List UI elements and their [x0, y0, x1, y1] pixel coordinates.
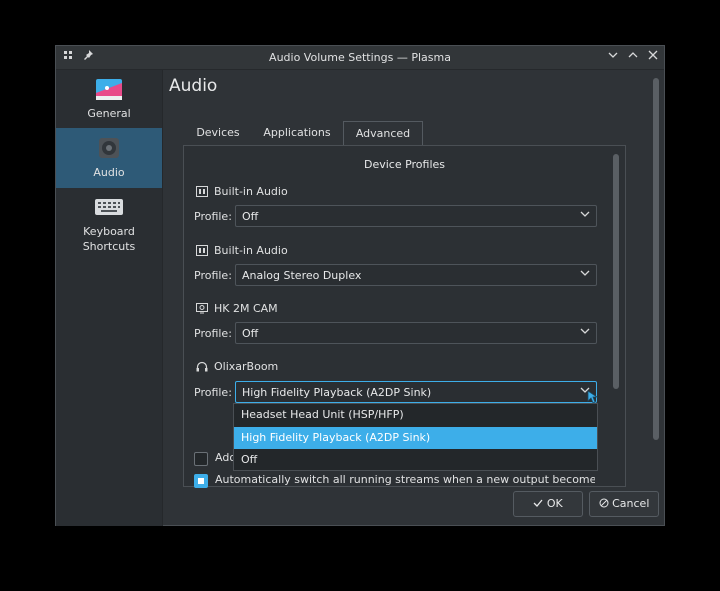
device-name: Built-in Audio — [214, 244, 288, 257]
profile-value: Off — [242, 327, 259, 340]
profile-value: Off — [242, 210, 259, 223]
mouse-cursor-icon — [587, 390, 599, 407]
profile-value: High Fidelity Playback (A2DP Sink) — [242, 386, 432, 399]
ok-button[interactable]: OK — [513, 491, 583, 517]
profile-label: Profile: — [194, 269, 232, 282]
profile-select-builtin-2[interactable]: Analog Stereo Duplex — [235, 264, 597, 286]
device-name: Built-in Audio — [214, 185, 288, 198]
chevron-down-icon — [580, 326, 590, 339]
minimize-button[interactable] — [606, 49, 620, 63]
tab-devices[interactable]: Devices — [183, 121, 253, 145]
dropdown-option[interactable]: Off — [234, 449, 597, 471]
sidebar-item-audio[interactable]: Audio — [56, 128, 162, 188]
cancel-label: Cancel — [612, 497, 650, 510]
profile-dropdown-list: Headset Head Unit (HSP/HFP) High Fidelit… — [233, 403, 598, 471]
inner-scrollbar[interactable] — [613, 154, 619, 389]
cancel-icon — [599, 497, 609, 510]
dropdown-option[interactable]: Headset Head Unit (HSP/HFP) — [234, 404, 597, 426]
check-icon — [533, 497, 543, 510]
keyboard-icon — [95, 198, 123, 216]
device-name: OlixarBoom — [214, 360, 279, 373]
page-title: Audio — [169, 76, 218, 96]
page-scrollbar[interactable] — [653, 78, 659, 440]
device-label: OlixarBoom — [196, 360, 278, 373]
sidebar-item-label: Keyboard Shortcuts — [82, 225, 136, 253]
sidebar-item-keyboard-shortcuts[interactable]: Keyboard Shortcuts — [56, 192, 162, 262]
audio-card-icon — [196, 186, 208, 197]
camera-icon — [196, 303, 208, 314]
device-label: Built-in Audio — [196, 244, 288, 257]
tab-advanced[interactable]: Advanced — [343, 121, 423, 147]
chevron-down-icon — [580, 209, 590, 222]
profile-select-builtin-1[interactable]: Off — [235, 205, 597, 227]
add-checkbox[interactable] — [194, 452, 208, 466]
dropdown-option-selected[interactable]: High Fidelity Playback (A2DP Sink) — [234, 427, 597, 449]
profile-select-olixarboom[interactable]: High Fidelity Playback (A2DP Sink) — [235, 381, 597, 403]
profile-label: Profile: — [194, 210, 232, 223]
title-bar[interactable]: Audio Volume Settings — Plasma — [56, 46, 664, 70]
section-title: Device Profiles — [363, 158, 446, 171]
ok-label: OK — [546, 497, 563, 510]
general-settings-icon — [95, 78, 123, 102]
sidebar-item-label: General — [87, 107, 131, 120]
profile-select-camera[interactable]: Off — [235, 322, 597, 344]
auto-switch-label: Automatically switch all running streams… — [215, 473, 595, 486]
audio-card-icon — [196, 245, 208, 256]
close-button[interactable] — [646, 49, 660, 63]
sidebar: General Audio Keyboard Shortcuts — [56, 70, 163, 526]
profile-label: Profile: — [194, 386, 232, 399]
window-title: Audio Volume Settings — Plasma — [269, 51, 451, 64]
speaker-icon — [97, 136, 121, 160]
sidebar-item-general[interactable]: General — [56, 70, 162, 128]
profile-label: Profile: — [194, 327, 232, 340]
tab-applications[interactable]: Applications — [253, 121, 341, 145]
sidebar-item-label: Audio — [93, 166, 125, 179]
device-label: HK 2M CAM — [196, 302, 278, 315]
cancel-button[interactable]: Cancel — [589, 491, 659, 517]
chevron-down-icon — [580, 268, 590, 281]
auto-switch-checkbox[interactable] — [194, 474, 208, 488]
profile-value: Analog Stereo Duplex — [242, 269, 362, 282]
device-name: HK 2M CAM — [214, 302, 278, 315]
device-label: Built-in Audio — [196, 185, 288, 198]
maximize-button[interactable] — [626, 49, 640, 63]
headphones-icon — [196, 361, 208, 372]
